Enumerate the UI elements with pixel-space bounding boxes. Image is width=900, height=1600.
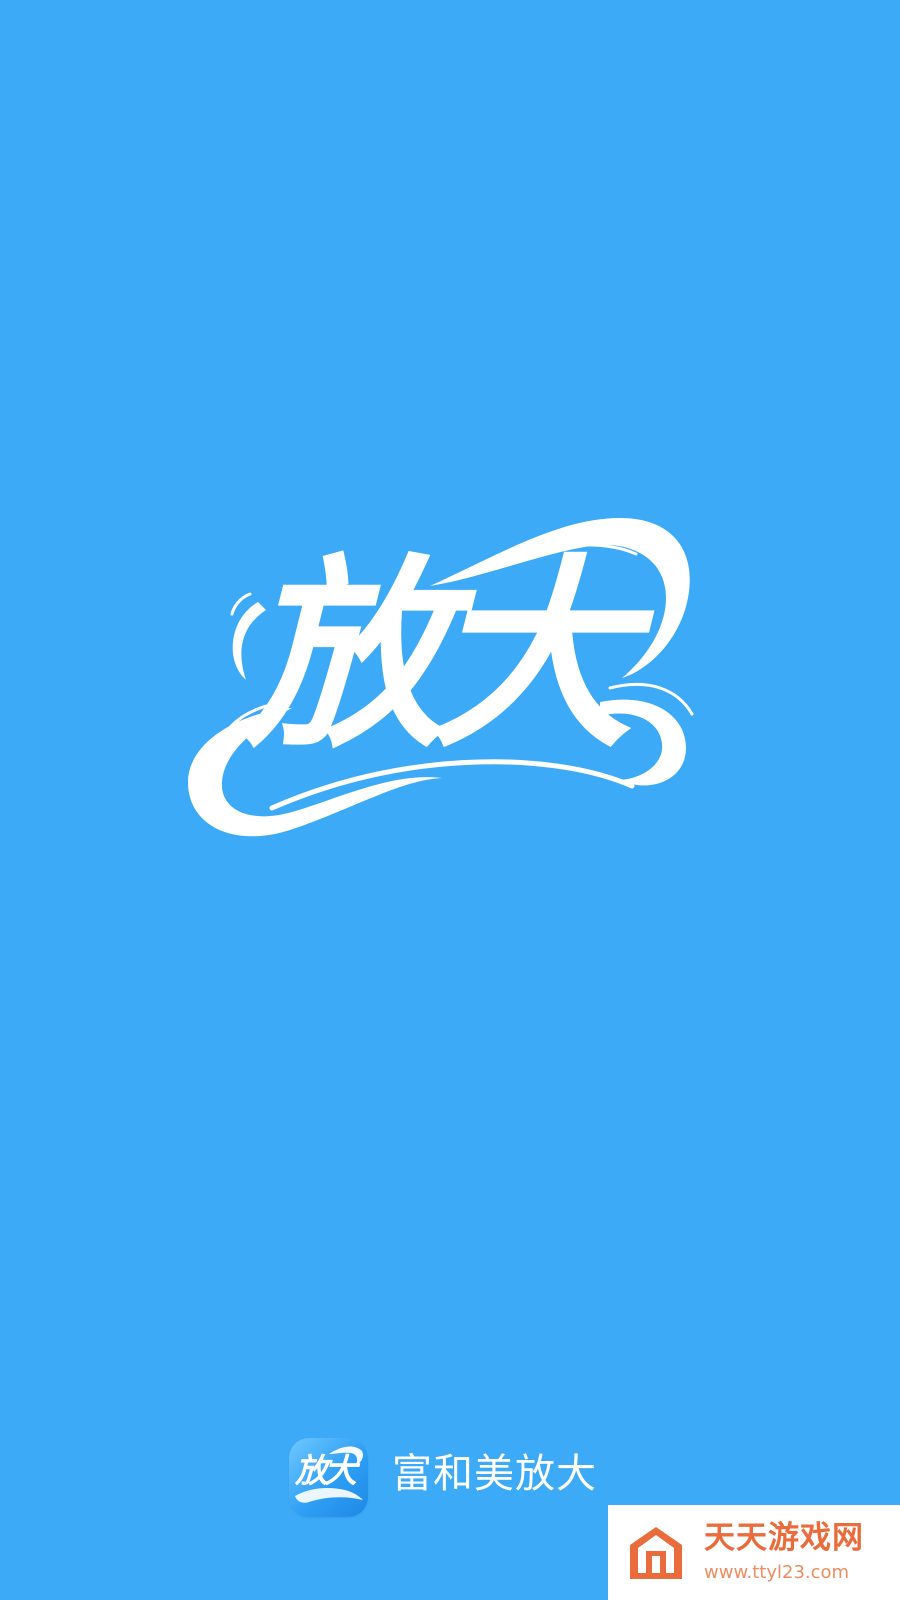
splash-screen: 放大 放大 富和美放大 天天游戏网 www.ttyl23.com (0, 0, 900, 1600)
logo-calligraphy-text: 放大 (242, 536, 634, 776)
app-name: 富和美放大 (392, 1451, 597, 1497)
watermark-url: www.ttyl23.com (704, 1562, 850, 1583)
watermark-banner: 天天游戏网 www.ttyl23.com (608, 1505, 900, 1600)
splash-logo: 放大 (180, 510, 720, 860)
app-icon-label: 放大 (295, 1451, 357, 1490)
house-logo-icon (630, 1527, 682, 1579)
watermark-title: 天天游戏网 (704, 1520, 864, 1556)
app-icon: 放大 (289, 1438, 368, 1517)
splash-background: 放大 放大 富和美放大 (0, 0, 900, 1600)
